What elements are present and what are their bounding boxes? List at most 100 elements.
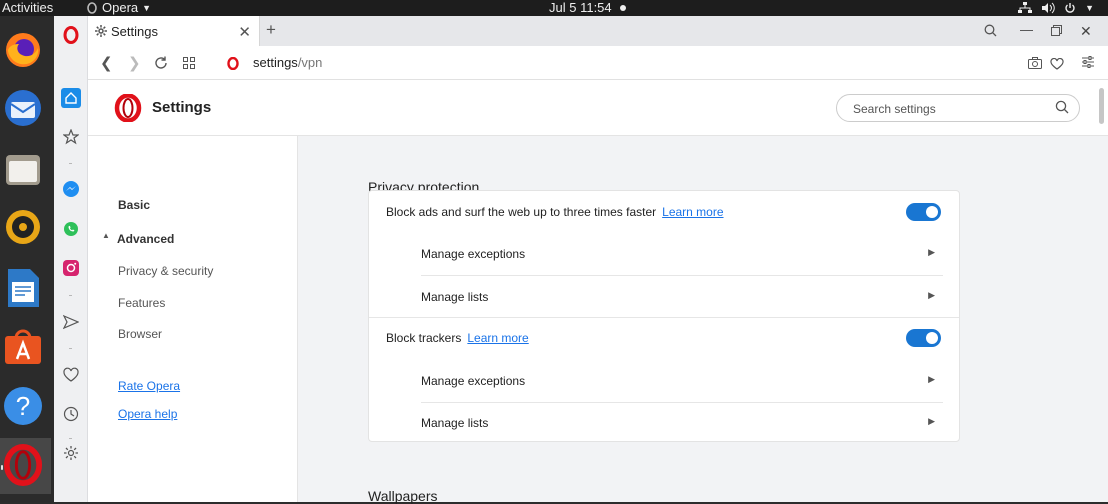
reload-icon[interactable] bbox=[154, 56, 168, 70]
clock[interactable]: Jul 5 11:54 bbox=[549, 0, 626, 16]
system-menu-dropdown-icon: ▼ bbox=[1085, 3, 1094, 13]
search-icon bbox=[1055, 100, 1069, 114]
history-icon[interactable] bbox=[61, 404, 81, 424]
opera-menu-icon[interactable] bbox=[61, 25, 81, 45]
settings-main: Privacy protection Block ads and surf th… bbox=[298, 136, 1098, 504]
settings-page: Settings Search settings Basic ▲ Advance… bbox=[88, 80, 1108, 504]
chevron-right-icon: ▶ bbox=[928, 374, 935, 384]
easy-setup-icon[interactable] bbox=[1082, 56, 1094, 68]
address-bar: ❮ ❯ settings/vpn bbox=[88, 46, 1108, 80]
notification-dot-icon bbox=[619, 5, 626, 11]
collapse-arrow-icon[interactable]: ▲ bbox=[102, 231, 110, 240]
rate-opera-link[interactable]: Rate Opera bbox=[118, 379, 180, 393]
close-window-icon[interactable]: ✕ bbox=[1080, 23, 1092, 40]
nav-browser[interactable]: Browser bbox=[118, 327, 162, 341]
clock-label: Jul 5 11:54 bbox=[549, 0, 612, 15]
search-settings-input[interactable]: Search settings bbox=[836, 94, 1080, 122]
chevron-right-icon: ▶ bbox=[928, 290, 935, 300]
page-title: Settings bbox=[152, 99, 212, 116]
search-tabs-icon[interactable] bbox=[984, 24, 997, 37]
files-icon[interactable] bbox=[3, 149, 43, 189]
running-indicator-icon bbox=[1, 465, 3, 470]
sidebar-separator bbox=[69, 163, 72, 164]
app-menu[interactable]: Opera ▼ bbox=[86, 0, 151, 16]
url-host: settings bbox=[253, 55, 298, 70]
thunderbird-icon[interactable] bbox=[3, 88, 43, 128]
ads-manage-lists-label: Manage lists bbox=[421, 290, 489, 304]
nav-advanced[interactable]: Advanced bbox=[117, 232, 174, 246]
url-field[interactable]: settings/vpn bbox=[253, 55, 322, 70]
search-placeholder: Search settings bbox=[853, 102, 936, 116]
ads-manage-exceptions-row[interactable]: Manage exceptions ▶ bbox=[369, 233, 959, 275]
rhythmbox-icon[interactable] bbox=[3, 207, 43, 247]
ads-manage-lists-row[interactable]: Manage lists ▶ bbox=[369, 276, 959, 318]
bookmark-heart-icon[interactable] bbox=[1050, 58, 1064, 70]
opera-window: Settings ✕ + — ✕ ❮ ❯ settings/vpn Settin… bbox=[54, 16, 1108, 504]
instagram-icon[interactable] bbox=[61, 258, 81, 278]
nav-features[interactable]: Features bbox=[118, 296, 165, 310]
block-ads-row: Block ads and surf the web up to three t… bbox=[369, 191, 959, 233]
nav-privacy-security[interactable]: Privacy & security bbox=[118, 264, 213, 278]
forward-icon[interactable]: ❯ bbox=[128, 54, 141, 72]
opera-logo-icon bbox=[114, 94, 142, 122]
opera-sidebar bbox=[54, 16, 88, 502]
sidebar-separator bbox=[69, 295, 72, 296]
power-icon bbox=[1065, 3, 1075, 13]
svg-text:?: ? bbox=[16, 391, 30, 421]
trackers-manage-exceptions-row[interactable]: Manage exceptions ▶ bbox=[369, 360, 959, 402]
speed-dial-icon[interactable] bbox=[61, 127, 81, 147]
gear-icon bbox=[95, 25, 107, 37]
trackers-manage-lists-row[interactable]: Manage lists ▶ bbox=[369, 402, 959, 444]
help-icon[interactable]: ? bbox=[3, 386, 43, 426]
back-icon[interactable]: ❮ bbox=[100, 54, 113, 72]
block-trackers-learn-more-link[interactable]: Learn more bbox=[467, 331, 528, 345]
sidebar-separator bbox=[69, 438, 72, 439]
app-menu-label: Opera bbox=[102, 0, 139, 15]
trackers-manage-exceptions-label: Manage exceptions bbox=[421, 374, 526, 388]
tab-title: Settings bbox=[111, 23, 158, 39]
block-trackers-row: Block trackers Learn more bbox=[369, 317, 959, 359]
messenger-icon[interactable] bbox=[61, 179, 81, 199]
ubuntu-dock: ? bbox=[0, 16, 54, 502]
tab-settings[interactable]: Settings ✕ bbox=[88, 16, 260, 46]
whatsapp-icon[interactable] bbox=[61, 219, 81, 239]
libreoffice-writer-icon[interactable] bbox=[3, 268, 43, 308]
system-top-bar: Activities Opera ▼ Jul 5 11:54 ▼ bbox=[0, 0, 1108, 16]
settings-header: Settings Search settings bbox=[88, 80, 1108, 136]
app-menu-dropdown-icon: ▼ bbox=[142, 3, 152, 13]
send-icon[interactable] bbox=[61, 312, 81, 332]
software-center-icon[interactable] bbox=[3, 327, 43, 367]
trackers-manage-lists-label: Manage lists bbox=[421, 416, 489, 430]
url-path: /vpn bbox=[297, 55, 323, 70]
restore-icon[interactable] bbox=[1051, 25, 1062, 36]
block-ads-learn-more-link[interactable]: Learn more bbox=[662, 205, 723, 219]
minimize-icon[interactable]: — bbox=[1020, 22, 1033, 37]
block-ads-toggle[interactable] bbox=[906, 203, 941, 221]
firefox-icon[interactable] bbox=[3, 30, 43, 70]
opera-url-icon bbox=[227, 57, 239, 70]
block-trackers-label: Block trackers bbox=[386, 331, 462, 345]
tabs-grid-icon[interactable] bbox=[183, 57, 195, 69]
settings-nav: Basic ▲ Advanced Privacy & security Feat… bbox=[88, 136, 298, 502]
volume-icon bbox=[1042, 2, 1055, 14]
privacy-protection-card: Block ads and surf the web up to three t… bbox=[368, 190, 960, 442]
nav-basic[interactable]: Basic bbox=[118, 198, 150, 212]
opera-help-link[interactable]: Opera help bbox=[118, 407, 177, 421]
chevron-right-icon: ▶ bbox=[928, 416, 935, 426]
new-tab-button[interactable]: + bbox=[266, 20, 276, 40]
close-tab-icon[interactable]: ✕ bbox=[238, 23, 251, 41]
opera-icon[interactable] bbox=[3, 444, 43, 486]
chevron-right-icon: ▶ bbox=[928, 247, 935, 257]
settings-gear-icon[interactable] bbox=[61, 443, 81, 463]
heart-icon[interactable] bbox=[61, 365, 81, 385]
sidebar-separator bbox=[69, 348, 72, 349]
opera-small-icon bbox=[87, 2, 97, 14]
activities-button[interactable]: Activities bbox=[2, 0, 53, 16]
page-scrollbar[interactable] bbox=[1099, 88, 1104, 124]
system-tray[interactable]: ▼ bbox=[1018, 0, 1094, 16]
block-ads-label: Block ads and surf the web up to three t… bbox=[386, 205, 657, 219]
block-trackers-toggle[interactable] bbox=[906, 329, 941, 347]
tab-strip: Settings ✕ + — ✕ bbox=[88, 16, 1108, 46]
snapshot-camera-icon[interactable] bbox=[1028, 57, 1042, 69]
home-icon[interactable] bbox=[61, 88, 81, 108]
